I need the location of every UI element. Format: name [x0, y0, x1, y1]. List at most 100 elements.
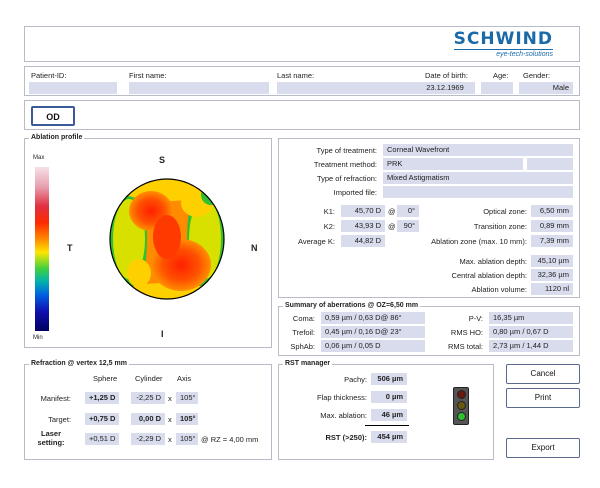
pv-label: P-V:: [468, 314, 483, 323]
logo-tagline: eye-tech-solutions: [496, 51, 553, 58]
rms-ho-label: RMS HO:: [450, 328, 483, 337]
cancel-button[interactable]: Cancel: [506, 364, 580, 384]
sphab-field: 0,06 µm / 0,05 D: [321, 340, 425, 352]
coma-field: 0,59 µm / 0,63 D@ 86°: [321, 312, 425, 324]
k1-label: K1:: [323, 207, 335, 216]
k1-field: 45,70 D: [341, 205, 385, 217]
k2-label: K2:: [323, 222, 335, 231]
manifest-axis[interactable]: 105°: [176, 392, 198, 404]
temporal-label: T: [67, 243, 73, 253]
laser-x: x: [168, 435, 172, 444]
ablation-zone-label: Ablation zone (max. 10 mm):: [431, 237, 527, 246]
rms-total-label: RMS total:: [447, 342, 483, 351]
imported-file-label: Imported file:: [333, 188, 377, 197]
ablation-volume-label: Ablation volume:: [471, 285, 527, 294]
target-sphere[interactable]: +0,75 D: [85, 413, 119, 425]
k1-at: @: [388, 207, 396, 216]
k2-field: 43,93 D: [341, 220, 385, 232]
age-field[interactable]: [481, 82, 513, 94]
first-name-field[interactable]: [129, 82, 269, 94]
optical-zone-label: Optical zone:: [483, 207, 527, 216]
max-depth-field: 45,10 µm: [531, 255, 573, 267]
eye-od-button[interactable]: OD: [31, 106, 75, 126]
ablation-map-fill: [110, 179, 224, 299]
export-button[interactable]: Export: [506, 438, 580, 458]
laser-cylinder: -2,29 D: [131, 433, 165, 445]
first-name-label: First name:: [129, 71, 167, 80]
pv-field: 16,35 µm: [489, 312, 573, 324]
target-axis[interactable]: 105°: [176, 413, 198, 425]
transition-zone-field: 0,89 mm: [531, 220, 573, 232]
laser-label-line2: setting:: [37, 438, 65, 447]
inferior-label: I: [161, 329, 164, 339]
aberrations-panel: Summary of aberrations @ OZ=6,50 mm Coma…: [278, 302, 580, 356]
traffic-light-red: [457, 390, 466, 399]
flap-field[interactable]: 0 µm: [371, 391, 407, 403]
average-k-field: 44,82 D: [341, 235, 385, 247]
treatment-method-field: PRK: [383, 158, 523, 170]
ablation-panel: Ablation profile Max Min S T N I: [24, 134, 272, 348]
rz-note: @ RZ = 4,00 mm: [201, 435, 259, 444]
rst-panel: RST manager Pachy: 506 µm Flap thickness…: [278, 360, 494, 460]
superior-label: S: [159, 155, 166, 165]
refraction-type-field: Mixed Astigmatism: [383, 172, 573, 184]
print-button[interactable]: Print: [506, 388, 580, 408]
scale-min-label: Min: [33, 335, 43, 341]
max-ablation-label: Max. ablation:: [320, 411, 367, 420]
last-name-field[interactable]: [277, 82, 417, 94]
k2-at: @: [388, 222, 396, 231]
manifest-sphere[interactable]: +1,25 D: [85, 392, 119, 404]
treatment-method-label: Treatment method:: [313, 160, 377, 169]
patient-panel: Patient-ID: First name: Last name: Date …: [24, 66, 580, 96]
last-name-label: Last name:: [277, 71, 315, 80]
central-depth-field: 32,36 µm: [531, 269, 573, 281]
target-x: x: [168, 415, 172, 424]
refraction-type-label: Type of refraction:: [316, 174, 377, 183]
col-cylinder: Cylinder: [135, 374, 163, 383]
nasal-label: N: [251, 243, 258, 253]
traffic-light-green: [457, 412, 466, 421]
target-cylinder[interactable]: 0,00 D: [131, 413, 165, 425]
aberrations-title: Summary of aberrations @ OZ=6,50 mm: [283, 302, 421, 309]
laser-label: Laser setting:: [33, 429, 69, 447]
dob-label: Date of birth:: [425, 71, 468, 80]
ablation-volume-field: 1120 nl: [531, 283, 573, 295]
ablation-map: [109, 178, 225, 300]
central-depth-label: Central ablation depth:: [451, 271, 527, 280]
traffic-light: [453, 387, 469, 425]
pachy-field[interactable]: 506 µm: [371, 373, 407, 385]
dob-field[interactable]: 23.12.1969: [415, 82, 475, 94]
transition-zone-label: Transition zone:: [473, 222, 527, 231]
laser-sphere: +0,51 D: [85, 433, 119, 445]
pachy-label: Pachy:: [344, 375, 367, 384]
col-sphere: Sphere: [93, 374, 118, 383]
flap-label: Flap thickness:: [316, 393, 367, 402]
header-panel: SCHWIND eye-tech-solutions: [24, 26, 580, 62]
patient-id-field[interactable]: [29, 82, 117, 94]
laser-label-line1: Laser: [40, 429, 61, 438]
gender-field[interactable]: Male: [519, 82, 573, 94]
ablation-zone-field: 7,39 mm: [531, 235, 573, 247]
trefoil-label: Trefoil:: [292, 328, 315, 337]
ablation-title: Ablation profile: [29, 134, 85, 141]
max-ablation-field: 46 µm: [371, 409, 407, 421]
refraction-title: Refraction @ vertex 12,5 mm: [29, 360, 129, 367]
rst-title: RST manager: [283, 360, 333, 367]
coma-label: Coma:: [292, 314, 315, 323]
trefoil-field: 0,45 µm / 0,16 D@ 23°: [321, 326, 425, 338]
treatment-panel: Type of treatment: Corneal Wavefront Tre…: [278, 138, 580, 298]
traffic-light-yellow: [457, 401, 466, 410]
manifest-x: x: [168, 394, 172, 403]
type-treatment-label: Type of treatment:: [316, 146, 377, 155]
rms-total-field: 2,73 µm / 1,44 D: [489, 340, 573, 352]
rst-divider: [365, 425, 409, 426]
target-label: Target:: [48, 415, 71, 424]
imported-file-field: [383, 186, 573, 198]
manifest-cylinder[interactable]: -2,25 D: [131, 392, 165, 404]
gender-label: Gender:: [523, 71, 551, 80]
sphab-label: SphAb:: [290, 342, 315, 351]
scale-max-label: Max: [33, 155, 45, 161]
refraction-panel: Refraction @ vertex 12,5 mm Sphere Cylin…: [24, 360, 272, 460]
k1-axis-field: 0°: [397, 205, 419, 217]
rst-label: RST (>250):: [325, 433, 367, 442]
